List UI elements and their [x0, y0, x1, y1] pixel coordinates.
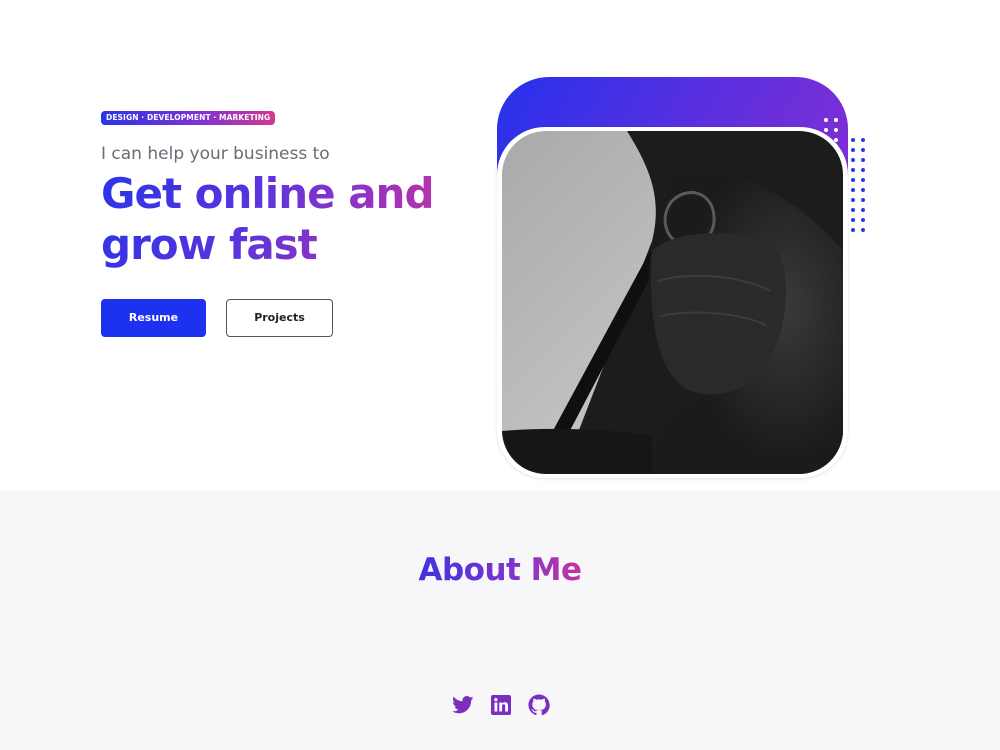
projects-button[interactable]: Projects [226, 299, 333, 337]
github-icon[interactable] [527, 693, 551, 717]
services-tagline-badge: DESIGN · DEVELOPMENT · MARKETING [101, 111, 276, 125]
linkedin-icon[interactable] [489, 693, 513, 717]
hero-section: DESIGN · DEVELOPMENT · MARKETING I can h… [0, 0, 1000, 490]
portrait-photo [502, 131, 843, 474]
hero-headline-line-2: grow fast [101, 220, 317, 269]
hero-headline-line-1: Get online and [101, 169, 434, 218]
dots-pattern-blue [849, 136, 869, 236]
hero-headline: Get online and grow fast [101, 168, 481, 270]
about-title: About Me [0, 552, 1000, 588]
twitter-icon[interactable] [451, 693, 475, 717]
social-links [451, 693, 551, 717]
resume-button[interactable]: Resume [101, 299, 206, 337]
about-section: About Me [0, 490, 1000, 750]
about-title-text: About Me [418, 552, 582, 588]
hero-intro-text: I can help your business to [101, 144, 330, 164]
